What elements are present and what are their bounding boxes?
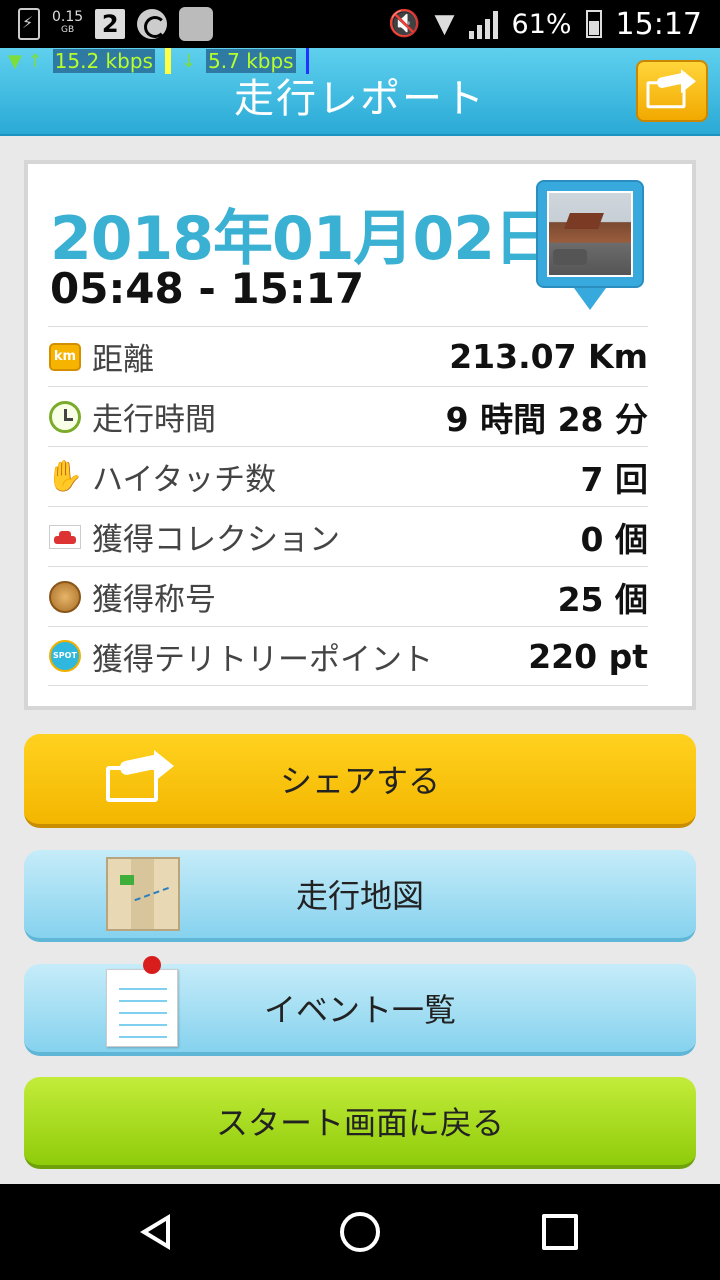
battery-saver-icon	[18, 8, 40, 40]
stat-label: 距離	[92, 342, 154, 378]
photo-pin[interactable]	[536, 180, 644, 310]
share-icon	[106, 750, 176, 802]
stat-row-titles: 獲得称号 25 個	[48, 566, 648, 626]
nav-bar	[0, 1184, 720, 1280]
clock: 15:17	[615, 6, 702, 42]
report-time-range: 05:48 - 15:17	[50, 264, 365, 313]
pin-tip	[574, 288, 606, 310]
back-to-start-button-label: スタート画面に戻る	[215, 1104, 504, 1142]
status-bar-left: 0.15 GB 2	[18, 6, 214, 42]
event-list-button[interactable]: イベント一覧	[24, 956, 696, 1056]
stat-value: 213.07 Km	[449, 337, 648, 376]
clock-icon	[49, 400, 81, 433]
home-icon[interactable]	[340, 1212, 380, 1252]
data-usage-value: 0.15	[52, 9, 84, 25]
app-header: ▼ ↑ 15.2 kbps ↓ 5.7 kbps 走行レポート	[0, 48, 720, 136]
medal-icon	[49, 580, 81, 613]
stat-label: 獲得称号	[92, 582, 216, 618]
wifi-icon: ▼	[434, 9, 455, 39]
data-usage-unit: GB	[61, 25, 75, 35]
data-usage: 0.15 GB	[52, 9, 84, 37]
page-title: 走行レポート	[234, 76, 486, 122]
stat-value: 7 回	[580, 459, 648, 499]
stat-row-collection: 獲得コレクション 0 個	[48, 506, 648, 566]
stat-label: ハイタッチ数	[92, 462, 277, 498]
share-icon	[646, 69, 698, 109]
km-icon: km	[49, 342, 81, 371]
stat-value: 9 時間 28 分	[445, 399, 648, 439]
event-list-button-label: イベント一覧	[263, 991, 456, 1029]
stat-value: 220 pt	[528, 636, 648, 676]
app-notification-icon	[137, 9, 168, 39]
notification-count-icon: 2	[95, 9, 126, 39]
spot-icon: SPOT	[49, 640, 81, 672]
stat-row-high-touch: ✋ ハイタッチ数 7 回	[46, 446, 648, 506]
stats-list: km 距離 213.07 Km 走行時間 9 時間 28 分 ✋ ハイタッチ数 …	[46, 326, 648, 686]
stat-row-territory-points: SPOT 獲得テリトリーポイント 220 pt	[48, 626, 648, 686]
share-button[interactable]: シェアする	[24, 734, 696, 828]
battery-icon	[585, 10, 602, 38]
stat-value: 0 個	[580, 519, 648, 559]
stat-value: 25 個	[557, 579, 648, 619]
status-bar-right: 🔇 ▼ 61% 15:17	[388, 0, 702, 48]
car-icon	[49, 524, 81, 549]
photo-frame	[536, 180, 644, 288]
back-to-start-button[interactable]: スタート画面に戻る	[24, 1077, 696, 1169]
stat-row-drive-time: 走行時間 9 時間 28 分	[48, 386, 648, 446]
map-icon	[106, 857, 180, 931]
battery-percent: 61%	[511, 8, 572, 40]
memo-icon	[106, 956, 178, 1047]
stat-label: 走行時間	[92, 402, 216, 438]
stat-label: 獲得コレクション	[92, 522, 340, 558]
report-card: 2018年01月02日 05:48 - 15:17 km 距離 213.07 K…	[24, 160, 696, 710]
back-icon[interactable]	[140, 1214, 170, 1250]
photo-thumbnail	[547, 191, 633, 277]
header-share-button[interactable]	[636, 60, 708, 122]
stat-label: 獲得テリトリーポイント	[92, 641, 433, 678]
status-bar: 0.15 GB 2 🔇 ▼ 61% 15:17	[0, 0, 720, 48]
recent-apps-icon[interactable]	[542, 1214, 578, 1250]
drive-map-button-label: 走行地図	[295, 877, 424, 915]
share-button-label: シェアする	[279, 762, 440, 800]
signal-icon	[468, 9, 498, 39]
hand-icon: ✋	[46, 459, 84, 494]
drive-map-button[interactable]: 走行地図	[24, 850, 696, 942]
app-square-icon	[179, 7, 214, 41]
stat-row-distance: km 距離 213.07 Km	[48, 326, 648, 386]
mute-icon: 🔇	[388, 9, 421, 39]
